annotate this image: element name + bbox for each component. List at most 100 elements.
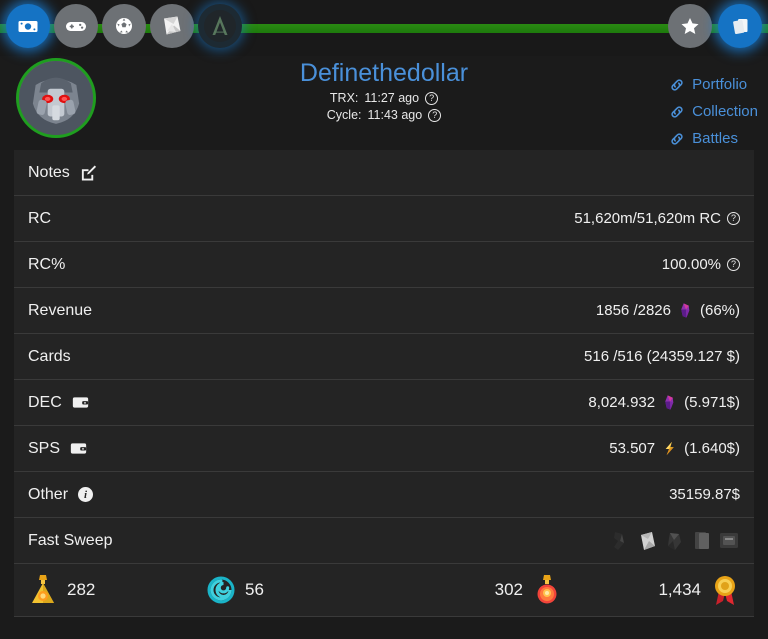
total-medal-value: 1,434 [658, 580, 701, 600]
row-rc-percent-value-group: 100.00% ? [662, 256, 740, 273]
row-revenue-value-group: 1856 /2826 (66%) [596, 302, 740, 319]
red-potion-icon [532, 573, 562, 607]
row-rc: RC 51,620m/51,620m RC ? [14, 196, 754, 242]
total-red-potion-value: 302 [495, 580, 523, 600]
row-fast-sweep[interactable]: Fast Sweep [14, 518, 754, 564]
dec-crystal-icon [661, 394, 678, 411]
row-other-value-group: 35159.87$ [669, 486, 740, 503]
row-revenue-value: 1856 /2826 [596, 302, 671, 319]
row-notes-label-group: Notes [28, 164, 97, 182]
card-pack-icon [158, 12, 186, 40]
nav-star-button[interactable] [668, 4, 712, 48]
row-rc-percent-value: 100.00% [662, 256, 721, 273]
row-notes-label: Notes [28, 164, 70, 182]
gamepad-icon [63, 13, 89, 39]
row-rc-value-group: 51,620m/51,620m RC ? [574, 210, 740, 227]
nav-left-group [6, 4, 242, 48]
cycle-value: 11:43 ago [368, 107, 423, 124]
row-dec-suffix: (5.971$) [684, 394, 740, 411]
sps-bolt-icon [661, 440, 678, 457]
trx-label: TRX: [330, 90, 358, 107]
row-sps-label-group: SPS [28, 440, 87, 458]
rc-percent-help-icon[interactable]: ? [727, 258, 740, 271]
row-dec-value-group: 8,024.932 (5.971$) [588, 394, 740, 411]
row-other-label: Other [28, 486, 68, 504]
fast-sweep-icons [610, 529, 740, 553]
trx-value: 11:27 ago [364, 90, 419, 107]
total-energy-value: 56 [245, 580, 264, 600]
edit-pencil-icon[interactable] [80, 164, 97, 181]
row-cards-value: 516 /516 (24359.127 $) [584, 348, 740, 365]
page-title: Definethedollar [0, 56, 768, 90]
soccer-ball-icon [112, 14, 136, 38]
row-dec-value: 8,024.932 [588, 394, 655, 411]
link-portfolio[interactable]: Portfolio [669, 72, 747, 97]
link-battles[interactable]: Battles [669, 126, 738, 151]
row-rc-percent-label: RC% [28, 256, 65, 274]
chain-link-icon [669, 77, 685, 93]
row-rc-label-group: RC [28, 210, 51, 228]
link-collection[interactable]: Collection [669, 99, 758, 124]
sweep-pack-icon[interactable] [637, 529, 659, 553]
star-icon [678, 14, 702, 38]
row-cards-label: Cards [28, 348, 71, 366]
row-sps-label: SPS [28, 440, 60, 458]
row-revenue-label-group: Revenue [28, 302, 92, 320]
stats-list: Notes RC 51,620m/51,620m RC ? RC% 100.00… [0, 150, 768, 564]
fast-sweep-label-group: Fast Sweep [28, 532, 112, 550]
wallet-icon[interactable] [72, 395, 89, 410]
row-revenue-suffix: (66%) [700, 302, 740, 319]
nav-a-logo-button[interactable] [198, 4, 242, 48]
row-dec: DEC 8,024.932 (5.971$) [14, 380, 754, 426]
cycle-help-icon[interactable]: ? [428, 109, 441, 122]
sweep-reward-icon[interactable] [718, 529, 740, 553]
nav-money-button[interactable] [6, 4, 50, 48]
gold-medal-icon [710, 573, 740, 607]
trx-help-icon[interactable]: ? [425, 92, 438, 105]
row-dec-label: DEC [28, 394, 62, 412]
trx-timestamp-row: TRX: 11:27 ago ? [0, 90, 768, 107]
a-logo-icon [203, 9, 237, 43]
row-cards-label-group: Cards [28, 348, 71, 366]
link-collection-label: Collection [692, 99, 758, 124]
cycle-timestamp-row: Cycle: 11:43 ago ? [0, 107, 768, 124]
row-revenue: Revenue 1856 /2826 (66%) [14, 288, 754, 334]
cycle-label: Cycle: [327, 107, 362, 124]
link-battles-label: Battles [692, 126, 738, 151]
profile-links: Portfolio Collection Battles [669, 72, 758, 151]
chain-link-icon [669, 104, 685, 120]
cards-icon [727, 13, 753, 39]
row-rc-value: 51,620m/51,620m RC [574, 210, 721, 227]
nav-gamepad-button[interactable] [54, 4, 98, 48]
row-revenue-label: Revenue [28, 302, 92, 320]
row-notes[interactable]: Notes [14, 150, 754, 196]
nav-cards-button[interactable] [718, 4, 762, 48]
dec-crystal-icon [677, 302, 694, 319]
row-other: Other i 35159.87$ [14, 472, 754, 518]
row-dec-label-group: DEC [28, 394, 89, 412]
row-cards: Cards 516 /516 (24359.127 $) [14, 334, 754, 380]
money-icon [16, 14, 40, 38]
nav-ball-button[interactable] [102, 4, 146, 48]
energy-spiral-icon [206, 573, 236, 607]
wallet-icon[interactable] [70, 441, 87, 456]
fast-sweep-label: Fast Sweep [28, 532, 112, 550]
info-icon[interactable]: i [78, 487, 93, 502]
rc-help-icon[interactable]: ? [727, 212, 740, 225]
row-sps-value: 53.507 [609, 440, 655, 457]
total-gold-potion-value: 282 [67, 580, 95, 600]
row-sps-value-group: 53.507 (1.640$) [609, 440, 740, 457]
chain-link-icon [669, 131, 685, 147]
sweep-merits-icon[interactable] [610, 529, 632, 553]
row-other-label-group: Other i [28, 486, 93, 504]
nav-pack-button[interactable] [150, 4, 194, 48]
sweep-potion-icon[interactable] [664, 529, 686, 553]
total-gold-potion: 282 [28, 573, 206, 607]
row-cards-value-group: 516 /516 (24359.127 $) [584, 348, 740, 365]
sweep-card-icon[interactable] [691, 529, 713, 553]
row-sps-suffix: (1.640$) [684, 440, 740, 457]
row-rc-label: RC [28, 210, 51, 228]
profile-name-block: Definethedollar TRX: 11:27 ago ? Cycle: … [0, 56, 768, 124]
total-medal: 1,434 [562, 573, 740, 607]
gold-potion-icon [28, 573, 58, 607]
